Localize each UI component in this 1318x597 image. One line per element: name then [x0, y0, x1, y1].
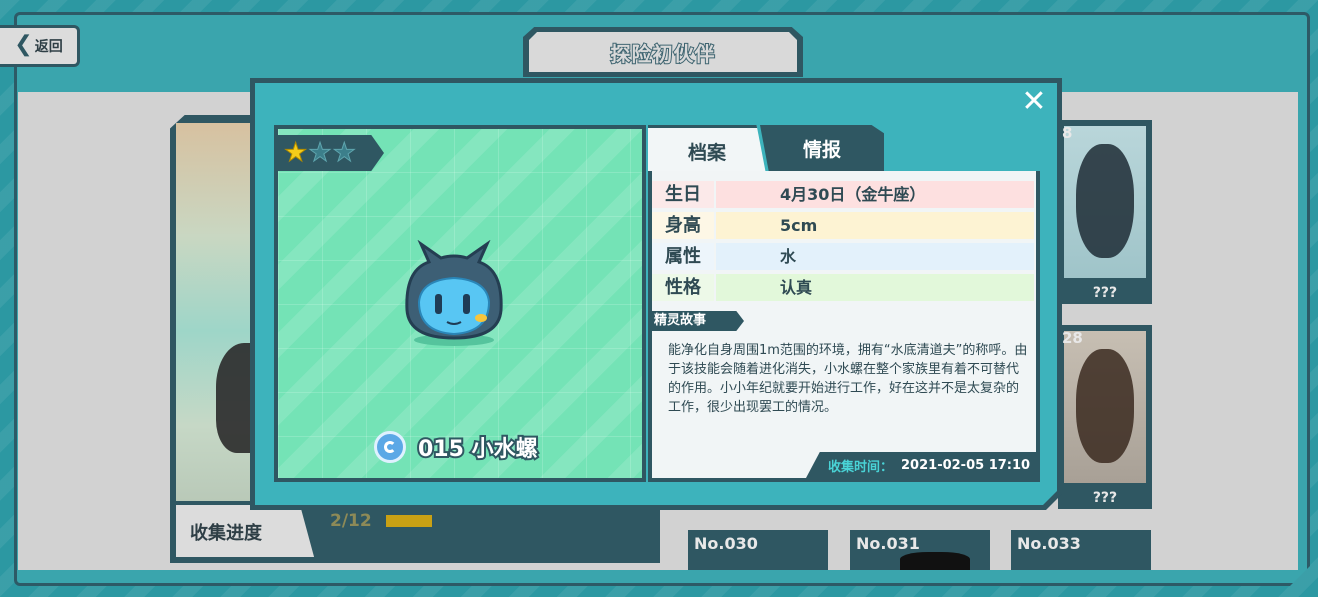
rarity-stars: ★ ★ ★ — [278, 135, 384, 171]
page-title: 探险初伙伴 — [610, 41, 716, 67]
progress-count: 2/12 — [330, 511, 372, 531]
tab-intel[interactable]: 情报 — [760, 125, 884, 171]
info-panel: 档案 情报 生日 4月30日（金牛座） 身高 5cm 属性 水 性格 认真 精灵… — [648, 125, 1040, 482]
creature-story: 能净化自身周围1m范围的环境，拥有“水底清道夫”的称呼。由于该技能会随着进化消失… — [668, 343, 1028, 415]
creature-silhouette — [900, 552, 970, 570]
star-empty-icon: ★ — [308, 138, 332, 168]
progress-bar-fill — [386, 515, 432, 527]
creature-silhouette — [1076, 349, 1134, 464]
profile-key: 身高 — [652, 212, 714, 239]
progress-label: 收集进度 — [190, 523, 262, 544]
star-empty-icon: ★ — [332, 138, 356, 168]
card-caption: ??? — [1092, 490, 1118, 506]
profile-row-personality: 性格 认真 — [652, 274, 1034, 301]
profile-value: 5cm — [716, 212, 1034, 239]
back-label: 返回 — [34, 39, 63, 55]
card-art — [1064, 126, 1146, 278]
close-icon: ✕ — [1021, 84, 1047, 119]
collection-card[interactable]: No.031 — [850, 530, 990, 570]
story-section-label: 精灵故事 — [648, 311, 744, 331]
profile-body: 生日 4月30日（金牛座） 身高 5cm 属性 水 性格 认真 精灵故事 能净化… — [648, 171, 1040, 482]
collect-time-label: 收集时间： — [828, 459, 894, 475]
collection-card[interactable]: 8 ??? — [1058, 120, 1152, 304]
page-title-plate: 探险初伙伴 — [523, 27, 803, 77]
creature-silhouette — [1076, 144, 1134, 259]
profile-value: 水 — [716, 243, 1034, 270]
profile-value: 认真 — [716, 274, 1034, 301]
creature-name-row: 015 小水螺 — [374, 431, 540, 464]
close-button[interactable]: ✕ — [1018, 86, 1050, 118]
card-number: 28 — [1062, 329, 1083, 347]
profile-row-birthday: 生日 4月30日（金牛座） — [652, 181, 1034, 208]
tab-profile[interactable]: 档案 — [648, 125, 766, 174]
profile-key: 属性 — [652, 243, 714, 270]
creature-portrait: ★ ★ ★ 015 小水螺 — [274, 125, 646, 482]
collection-progress: 收集进度 2/12 — [176, 505, 652, 557]
collect-time-value: 2021-02-05 17:10 — [901, 457, 1031, 473]
collection-card[interactable]: No.033 — [1011, 530, 1151, 570]
card-number: No.030 — [694, 534, 758, 553]
water-element-icon — [374, 431, 406, 463]
creature-image — [405, 240, 503, 346]
card-number: 8 — [1062, 124, 1073, 142]
card-number: No.031 — [856, 534, 920, 553]
card-art — [1064, 331, 1146, 483]
profile-value: 4月30日（金牛座） — [716, 181, 1034, 208]
collection-card[interactable]: No.030 — [688, 530, 828, 570]
profile-key: 性格 — [652, 274, 714, 301]
chevron-left-icon: ❮ — [14, 31, 33, 57]
profile-key: 生日 — [652, 181, 714, 208]
collect-time-bar: 收集时间： 2021-02-05 17:10 — [806, 452, 1036, 478]
profile-row-attribute: 属性 水 — [652, 243, 1034, 270]
collection-card[interactable]: 28 ??? — [1058, 325, 1152, 509]
back-button[interactable]: ❮ 返回 — [0, 25, 80, 67]
profile-row-height: 身高 5cm — [652, 212, 1034, 239]
card-number: No.033 — [1017, 534, 1081, 553]
star-filled-icon: ★ — [283, 138, 308, 168]
card-caption: ??? — [1092, 285, 1118, 301]
creature-name: 015 小水螺 — [416, 435, 540, 464]
